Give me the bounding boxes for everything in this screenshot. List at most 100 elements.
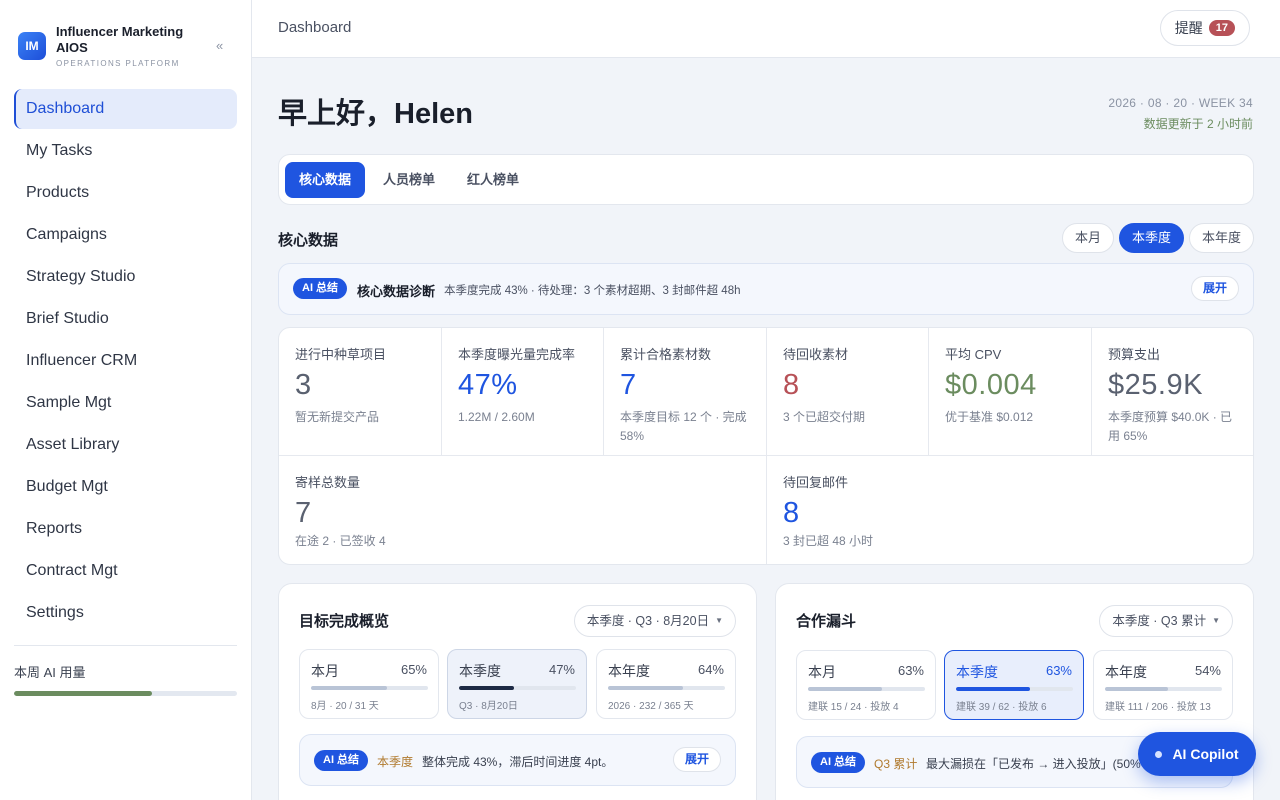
- brand-subtitle: OPERATIONS PLATFORM: [56, 59, 180, 68]
- funnel-card-sub: 建联 111 / 206 · 投放 13: [1105, 702, 1211, 713]
- collapse-sidebar-icon[interactable]: «: [216, 38, 223, 53]
- sidebar-item-budget-mgt[interactable]: Budget Mgt: [14, 467, 237, 507]
- goals-title: 目标完成概览: [299, 613, 390, 630]
- core-ai-summary: AI 总结 核心数据诊断 本季度完成 43% · 待处理：3 个素材超期、3 封…: [278, 263, 1254, 315]
- funnel-progress-bar: [956, 687, 1073, 691]
- kpi-samples-sent[interactable]: 寄样总数量 7 在途 2 · 已签收 4: [279, 456, 767, 564]
- goal-card-label: 本年度: [608, 663, 650, 679]
- goal-card-month[interactable]: 本月 65% 8月 · 20 / 31 天: [299, 649, 439, 719]
- funnel-progress-bar: [808, 687, 925, 691]
- goal-card-label: 本月: [311, 663, 339, 679]
- period-quarter-button[interactable]: 本季度: [1119, 223, 1185, 253]
- funnel-card-year[interactable]: 本年度 54% 建联 111 / 206 · 投放 13: [1093, 650, 1233, 720]
- kpi-value: 8: [783, 369, 800, 401]
- kpi-value: 47%: [458, 369, 518, 401]
- goal-card-quarter[interactable]: 本季度 47% Q3 · 8月20日: [447, 649, 587, 719]
- funnel-card-month[interactable]: 本月 63% 建联 15 / 24 · 投放 4: [796, 650, 936, 720]
- sidebar-nav: Dashboard My Tasks Products Campaigns St…: [14, 89, 237, 635]
- kpi-value: 7: [295, 497, 312, 529]
- ai-summary-title: 核心数据诊断: [357, 284, 436, 299]
- kpi-label: 待回收素材: [783, 347, 849, 362]
- sidebar-item-products[interactable]: Products: [14, 173, 237, 213]
- sidebar-item-settings[interactable]: Settings: [14, 593, 237, 633]
- kpi-grid: 进行中种草项目 3 暂无新提交产品 本季度曝光量完成率 47% 1.22M / …: [278, 327, 1254, 565]
- funnel-card-percent: 63%: [897, 663, 924, 678]
- ai-copilot-button[interactable]: AI Copilot: [1138, 732, 1256, 776]
- sidebar-divider: [14, 645, 237, 646]
- brand-logo: IM: [18, 32, 46, 60]
- goal-card-sub: Q3 · 8月20日: [459, 701, 518, 712]
- sidebar-item-dashboard[interactable]: Dashboard: [14, 89, 237, 129]
- funnel-progress-fill: [808, 687, 882, 691]
- ai-summary-badge: AI 总结: [314, 750, 369, 771]
- goal-progress-bar: [608, 686, 725, 690]
- funnel-card-percent: 63%: [1045, 663, 1072, 678]
- kpi-pending-assets[interactable]: 待回收素材 8 3 个已超交付期: [767, 328, 929, 456]
- funnel-card-label: 本季度: [956, 664, 998, 680]
- current-date: 2026 · 08 · 20 · WEEK 34: [1108, 96, 1253, 110]
- goal-card-year[interactable]: 本年度 64% 2026 · 232 / 365 天: [596, 649, 736, 719]
- sidebar-item-contract-mgt[interactable]: Contract Mgt: [14, 551, 237, 591]
- sidebar-item-reports[interactable]: Reports: [14, 509, 237, 549]
- funnel-progress-fill: [956, 687, 1030, 691]
- kpi-sub: 暂无新提交产品: [295, 410, 380, 424]
- kpi-value: $0.004: [945, 369, 1037, 401]
- sidebar-item-asset-library[interactable]: Asset Library: [14, 425, 237, 465]
- ai-usage-label: 本周 AI 用量: [14, 665, 86, 680]
- goals-period-value: 本季度 · Q3 · 8月20日: [586, 614, 710, 628]
- sidebar: IM Influencer Marketing AIOS OPERATIONS …: [0, 0, 252, 800]
- goals-period-select[interactable]: 本季度 · Q3 · 8月20日 ▼: [573, 605, 736, 637]
- dashboard-tabs: 核心数据 人员榜单 红人榜单: [278, 154, 1254, 205]
- goals-ai-expand-button[interactable]: 展开: [673, 747, 722, 772]
- period-month-button[interactable]: 本月: [1062, 223, 1115, 253]
- page-greeting: 早上好，Helen: [278, 98, 473, 130]
- kpi-value: 7: [620, 369, 637, 401]
- sidebar-item-strategy-studio[interactable]: Strategy Studio: [14, 257, 237, 297]
- reminders-button[interactable]: 提醒 17: [1159, 10, 1250, 46]
- brand[interactable]: IM Influencer Marketing AIOS OPERATIONS …: [18, 24, 196, 68]
- sidebar-item-sample-mgt[interactable]: Sample Mgt: [14, 383, 237, 423]
- kpi-value: $25.9K: [1108, 369, 1203, 401]
- ai-summary-expand-button[interactable]: 展开: [1191, 276, 1240, 301]
- funnel-card-quarter[interactable]: 本季度 63% 建联 39 / 62 · 投放 6: [944, 650, 1084, 720]
- kpi-sub: 1.22M / 2.60M: [458, 410, 535, 424]
- kpi-sub: 3 个已超交付期: [783, 410, 866, 424]
- kpi-active-projects[interactable]: 进行中种草项目 3 暂无新提交产品: [279, 328, 442, 456]
- ai-summary-text: 本季度完成 43% · 待处理：3 个素材超期、3 封邮件超 48h: [444, 285, 741, 297]
- sidebar-item-campaigns[interactable]: Campaigns: [14, 215, 237, 255]
- goal-card-sub: 2026 · 232 / 365 天: [608, 701, 694, 712]
- sidebar-item-my-tasks[interactable]: My Tasks: [14, 131, 237, 171]
- chevron-down-icon: ▼: [715, 616, 723, 625]
- ai-summary-badge: AI 总结: [293, 278, 348, 299]
- tab-influencer-ranking[interactable]: 红人榜单: [453, 162, 533, 198]
- kpi-qualified-assets[interactable]: 累计合格素材数 7 本季度目标 12 个 · 完成 58%: [604, 328, 767, 456]
- tab-core-data[interactable]: 核心数据: [285, 162, 366, 198]
- kpi-pending-emails[interactable]: 待回复邮件 8 3 封已超 48 小时: [767, 456, 1253, 564]
- kpi-value: 8: [783, 497, 800, 529]
- tab-staff-ranking[interactable]: 人员榜单: [369, 162, 449, 198]
- kpi-exposure-rate[interactable]: 本季度曝光量完成率 47% 1.22M / 2.60M: [442, 328, 604, 456]
- funnel-period-select[interactable]: 本季度 · Q3 累计 ▼: [1099, 605, 1233, 637]
- funnel-card-label: 本年度: [1105, 664, 1147, 680]
- ai-usage-fill: [14, 691, 153, 696]
- kpi-label: 进行中种草项目: [295, 347, 387, 362]
- goal-progress-fill: [608, 686, 683, 690]
- kpi-label: 平均 CPV: [945, 347, 1002, 362]
- goal-progress-bar: [311, 686, 428, 690]
- kpi-label: 待回复邮件: [783, 475, 849, 490]
- sidebar-item-brief-studio[interactable]: Brief Studio: [14, 299, 237, 339]
- goal-card-sub: 8月 · 20 / 31 天: [311, 701, 379, 712]
- goal-card-percent: 47%: [548, 662, 575, 677]
- period-year-button[interactable]: 本年度: [1189, 223, 1255, 253]
- copilot-dot-icon: [1155, 750, 1163, 758]
- kpi-label: 本季度曝光量完成率: [458, 347, 576, 362]
- kpi-average-cpv[interactable]: 平均 CPV $0.004 优于基准 $0.012: [929, 328, 1092, 456]
- ai-summary-text: 整体完成 43%，滞后时间进度 4pt。: [422, 755, 614, 769]
- breadcrumb[interactable]: Dashboard: [278, 19, 351, 36]
- reminders-label: 提醒: [1174, 20, 1203, 36]
- funnel-card-label: 本月: [808, 664, 836, 680]
- sidebar-item-influencer-crm[interactable]: Influencer CRM: [14, 341, 237, 381]
- kpi-value: 3: [295, 369, 312, 401]
- goals-ai-summary: AI 总结 本季度 整体完成 43%，滞后时间进度 4pt。 展开: [299, 734, 736, 786]
- kpi-budget-spend[interactable]: 预算支出 $25.9K 本季度预算 $40.0K · 已用 65%: [1092, 328, 1253, 456]
